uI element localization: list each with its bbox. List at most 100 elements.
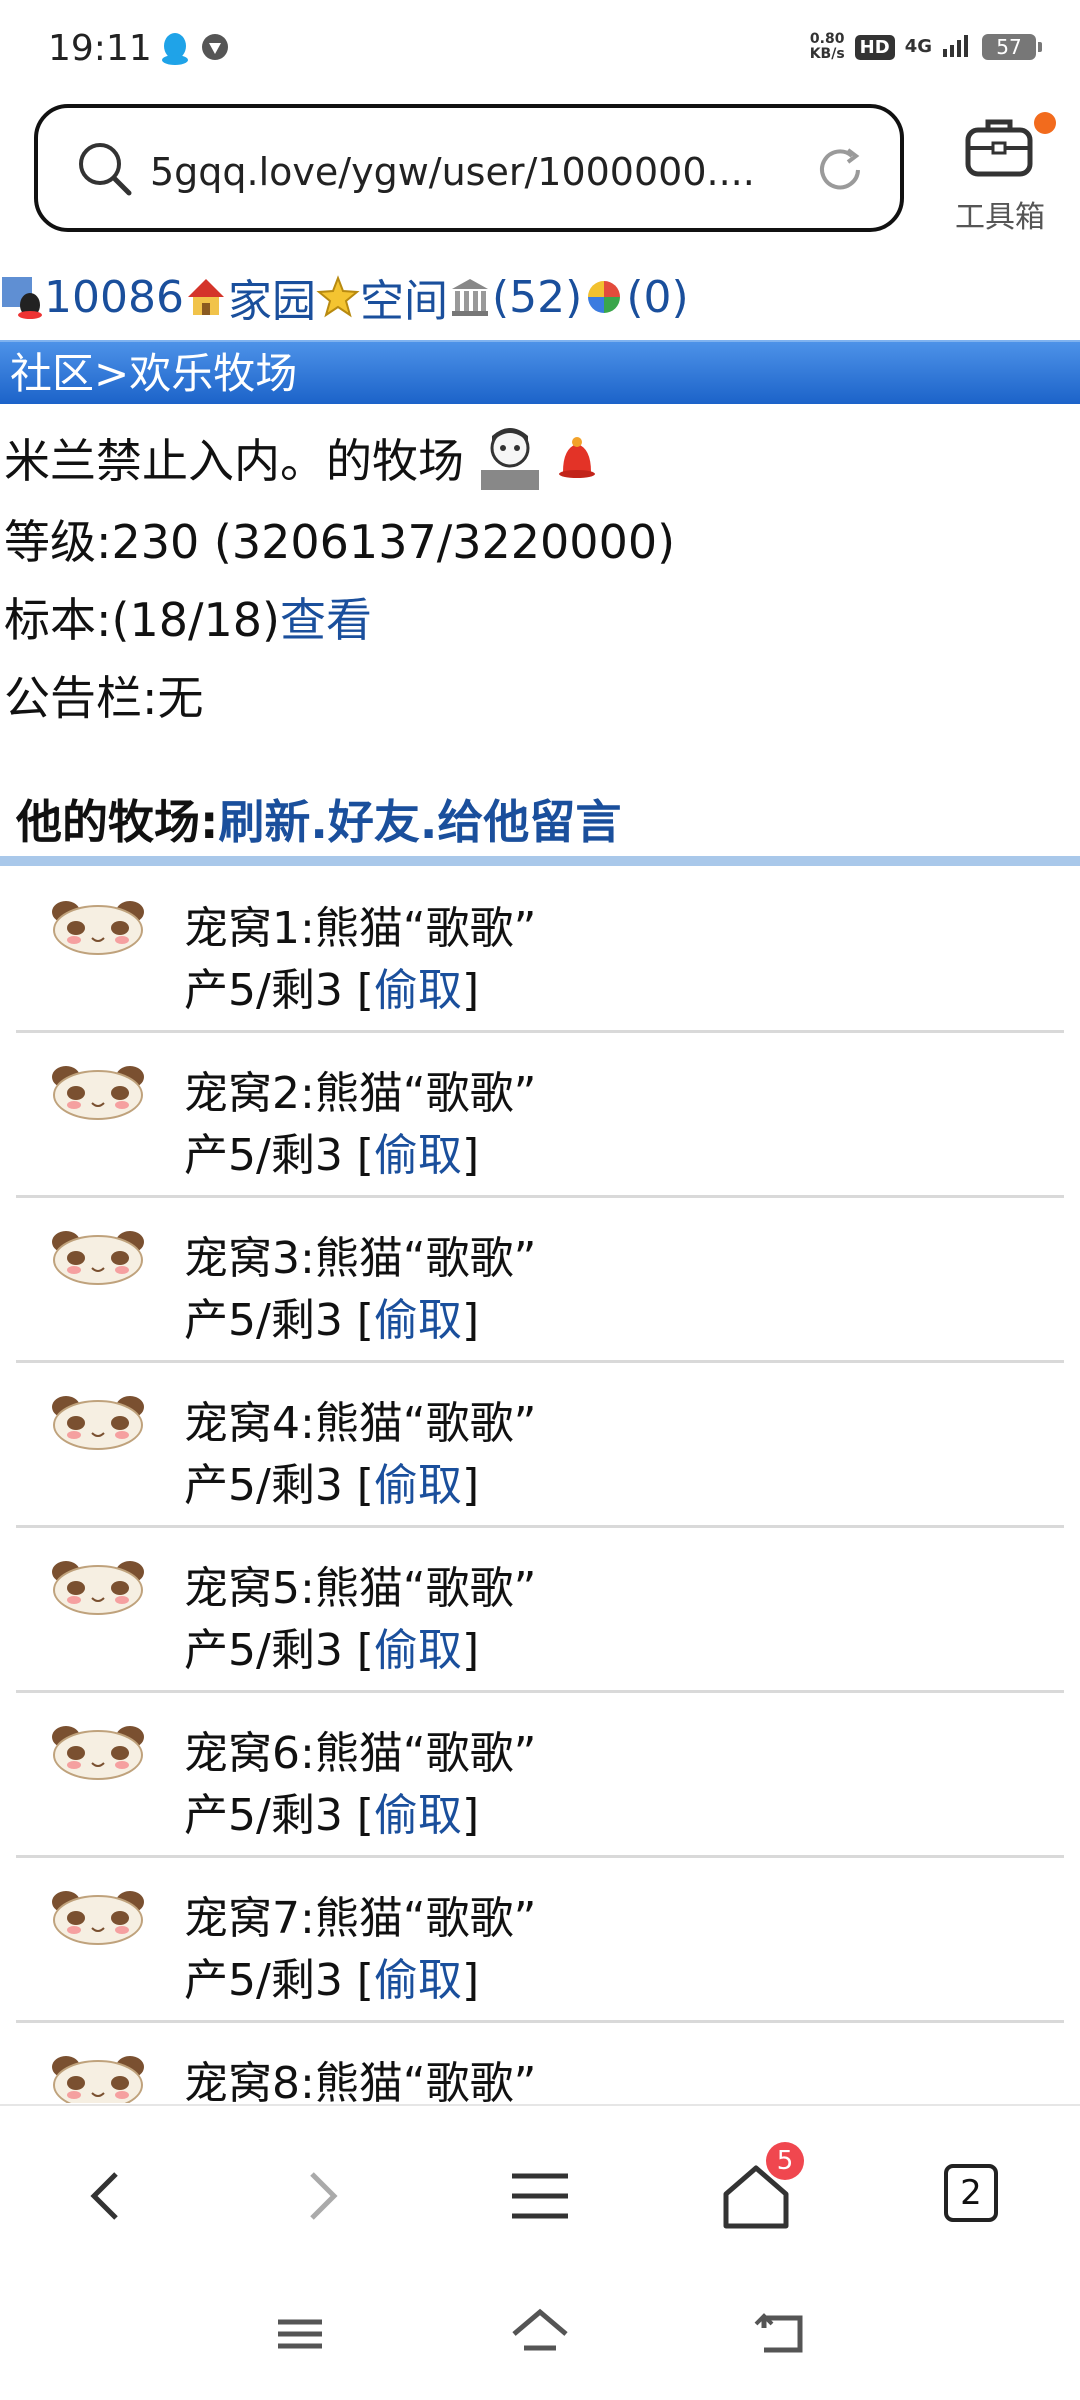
toolbox-label: 工具箱 (955, 200, 1045, 235)
system-nav-bar (0, 2284, 1080, 2400)
pen-row: 宠窝6:熊猫“歌歌” 产5/剩3 [偷取] (16, 1693, 1064, 1858)
panda-icon (48, 898, 148, 962)
pen-title: 宠窝5:熊猫“歌歌” (184, 1563, 537, 1614)
panda-icon (48, 1723, 148, 1787)
steal-link[interactable]: 偷取 (374, 1130, 462, 1181)
status-right: 0.80 KB/s HD 4G 57 (810, 32, 1042, 62)
steal-link[interactable]: 偷取 (374, 1955, 462, 2006)
panda-icon (48, 1558, 148, 1622)
bracket-close: ] (461, 1130, 480, 1181)
panda-icon (48, 1063, 148, 1127)
browser-notification-icon (200, 32, 230, 66)
avatar (479, 424, 541, 505)
pen-title: 宠窝7:熊猫“歌歌” (184, 1893, 537, 1944)
user-nav: 10086 家园 空间 (52) (0) (0, 262, 1080, 332)
pen-yield: 产5/剩3 [ (184, 1955, 374, 2006)
speed-value: 0.80 (809, 31, 845, 47)
pen-title: 宠窝3:熊猫“歌歌” (184, 1233, 537, 1284)
pen-yield: 产5/剩3 [ (184, 1790, 374, 1841)
pen-yield: 产5/剩3 [ (184, 965, 374, 1016)
steal-link[interactable]: 偷取 (374, 1625, 462, 1676)
pen-yield: 产5/剩3 [ (184, 1625, 374, 1676)
level-label: 等级: (4, 515, 112, 569)
system-home-icon[interactable] (508, 2302, 572, 2366)
bracket-close: ] (461, 1790, 480, 1841)
qq-notification-icon (160, 32, 190, 70)
panda-icon (48, 1393, 148, 1457)
home-icon (184, 275, 228, 319)
reload-icon[interactable] (814, 144, 866, 200)
bracket-close: ] (461, 1625, 480, 1676)
pen-row: 宠窝1:熊猫“歌歌” 产5/剩3 [偷取] (16, 868, 1064, 1033)
pen-status: 产5/剩3 [偷取] (184, 1614, 479, 1678)
farm-owner-title: 米兰禁止入内。的牧场 (4, 434, 464, 488)
system-back-icon[interactable] (750, 2304, 810, 2368)
pen-title: 宠窝2:熊猫“歌歌” (184, 1068, 537, 1119)
pen-status: 产5/剩3 [偷取] (184, 1119, 479, 1183)
pinwheel-icon (582, 275, 626, 319)
count-link-2[interactable]: (0) (626, 272, 688, 323)
pen-title: 宠窝4:熊猫“歌歌” (184, 1398, 537, 1449)
panda-icon (48, 1888, 148, 1952)
specimen-line: 标本:(18/18)查看 (4, 584, 372, 650)
steal-link[interactable]: 偷取 (374, 965, 462, 1016)
view-specimen-link[interactable]: 查看 (280, 593, 372, 647)
pen-status: 产5/剩3 [偷取] (184, 1449, 479, 1513)
farm-header-label: 他的牧场: (16, 795, 219, 849)
pen-status: 产5/剩3 [偷取] (184, 1284, 479, 1348)
space-link[interactable]: 空间 (360, 265, 448, 329)
level-line: 等级:230 (3206137/3220000) (4, 506, 675, 572)
bracket-close: ] (461, 1955, 480, 2006)
home-badge: 5 (766, 2142, 804, 2180)
farm-header-links[interactable]: 刷新.好友.给他留言 (218, 795, 621, 849)
steal-link[interactable]: 偷取 (374, 1790, 462, 1841)
status-bar: 19:11 0.80 KB/s HD 4G 57 (0, 0, 1080, 100)
toolbox-button[interactable]: 工具箱 (940, 112, 1060, 242)
breadcrumb-bar: 社区>欢乐牧场 (0, 340, 1080, 404)
menu-button[interactable] (490, 2146, 590, 2246)
steal-link[interactable]: 偷取 (374, 1460, 462, 1511)
pen-row: 宠窝2:熊猫“歌歌” 产5/剩3 [偷取] (16, 1033, 1064, 1198)
back-button[interactable] (56, 2146, 156, 2246)
pen-row: 宠窝5:熊猫“歌歌” 产5/剩3 [偷取] (16, 1528, 1064, 1693)
bracket-close: ] (461, 1295, 480, 1346)
bracket-close: ] (461, 1460, 480, 1511)
pen-row: 宠窝8:熊猫“歌歌”产5/剩3 [偷取] (16, 2023, 1064, 2103)
recents-icon[interactable] (270, 2304, 330, 2368)
speed-unit: KB/s (809, 46, 845, 62)
url-text[interactable]: 5gqq.love/ygw/user/1000000.... (150, 150, 790, 194)
divider (0, 856, 1080, 866)
pen-title: 宠窝1:熊猫“歌歌” (184, 903, 537, 954)
level-value: 230 (3206137/3220000) (111, 515, 676, 569)
hd-icon: HD (854, 34, 895, 60)
bell-icon (555, 434, 599, 495)
pen-status: 产5/剩3 [偷取] (184, 1779, 479, 1843)
pen-row: 宠窝7:熊猫“歌歌” 产5/剩3 [偷取] (16, 1858, 1064, 2023)
pen-yield: 产5/剩3 [ (184, 1130, 374, 1181)
pen-row: 宠窝3:熊猫“歌歌” 产5/剩3 [偷取] (16, 1198, 1064, 1363)
bracket-close: ] (461, 965, 480, 1016)
signal-icon (942, 33, 972, 61)
network-speed: 0.80 KB/s (810, 32, 845, 62)
pen-status: 产5/剩3 [偷取] (184, 954, 479, 1018)
pen-title: 宠窝8:熊猫“歌歌” (184, 2058, 537, 2103)
qq-user-icon (0, 275, 44, 319)
home-link[interactable]: 家园 (228, 265, 316, 329)
status-time: 19:11 (48, 28, 152, 69)
count-link-1[interactable]: (52) (492, 272, 582, 323)
steal-link[interactable]: 偷取 (374, 1295, 462, 1346)
pen-title: 宠窝6:熊猫“歌歌” (184, 1728, 537, 1779)
battery-icon: 57 (982, 34, 1042, 60)
browser-bottom-bar: 5 2 (0, 2104, 1080, 2286)
notification-dot (1034, 112, 1056, 134)
forward-button[interactable] (272, 2146, 372, 2246)
star-icon (316, 275, 360, 319)
network-type: 4G (904, 36, 932, 57)
farm-header: 他的牧场:刷新.好友.给他留言 (16, 786, 621, 852)
user-id-link[interactable]: 10086 (44, 272, 184, 323)
panda-icon (48, 2053, 148, 2103)
farm-owner-line: 米兰禁止入内。的牧场 (4, 424, 599, 505)
tab-count-button[interactable]: 2 (944, 2164, 998, 2222)
url-bar[interactable]: 5gqq.love/ygw/user/1000000.... (34, 104, 904, 232)
pen-list: 宠窝1:熊猫“歌歌” 产5/剩3 [偷取] 宠窝2:熊猫“歌歌” 产5/剩3 [偷取]… (0, 868, 1080, 2103)
